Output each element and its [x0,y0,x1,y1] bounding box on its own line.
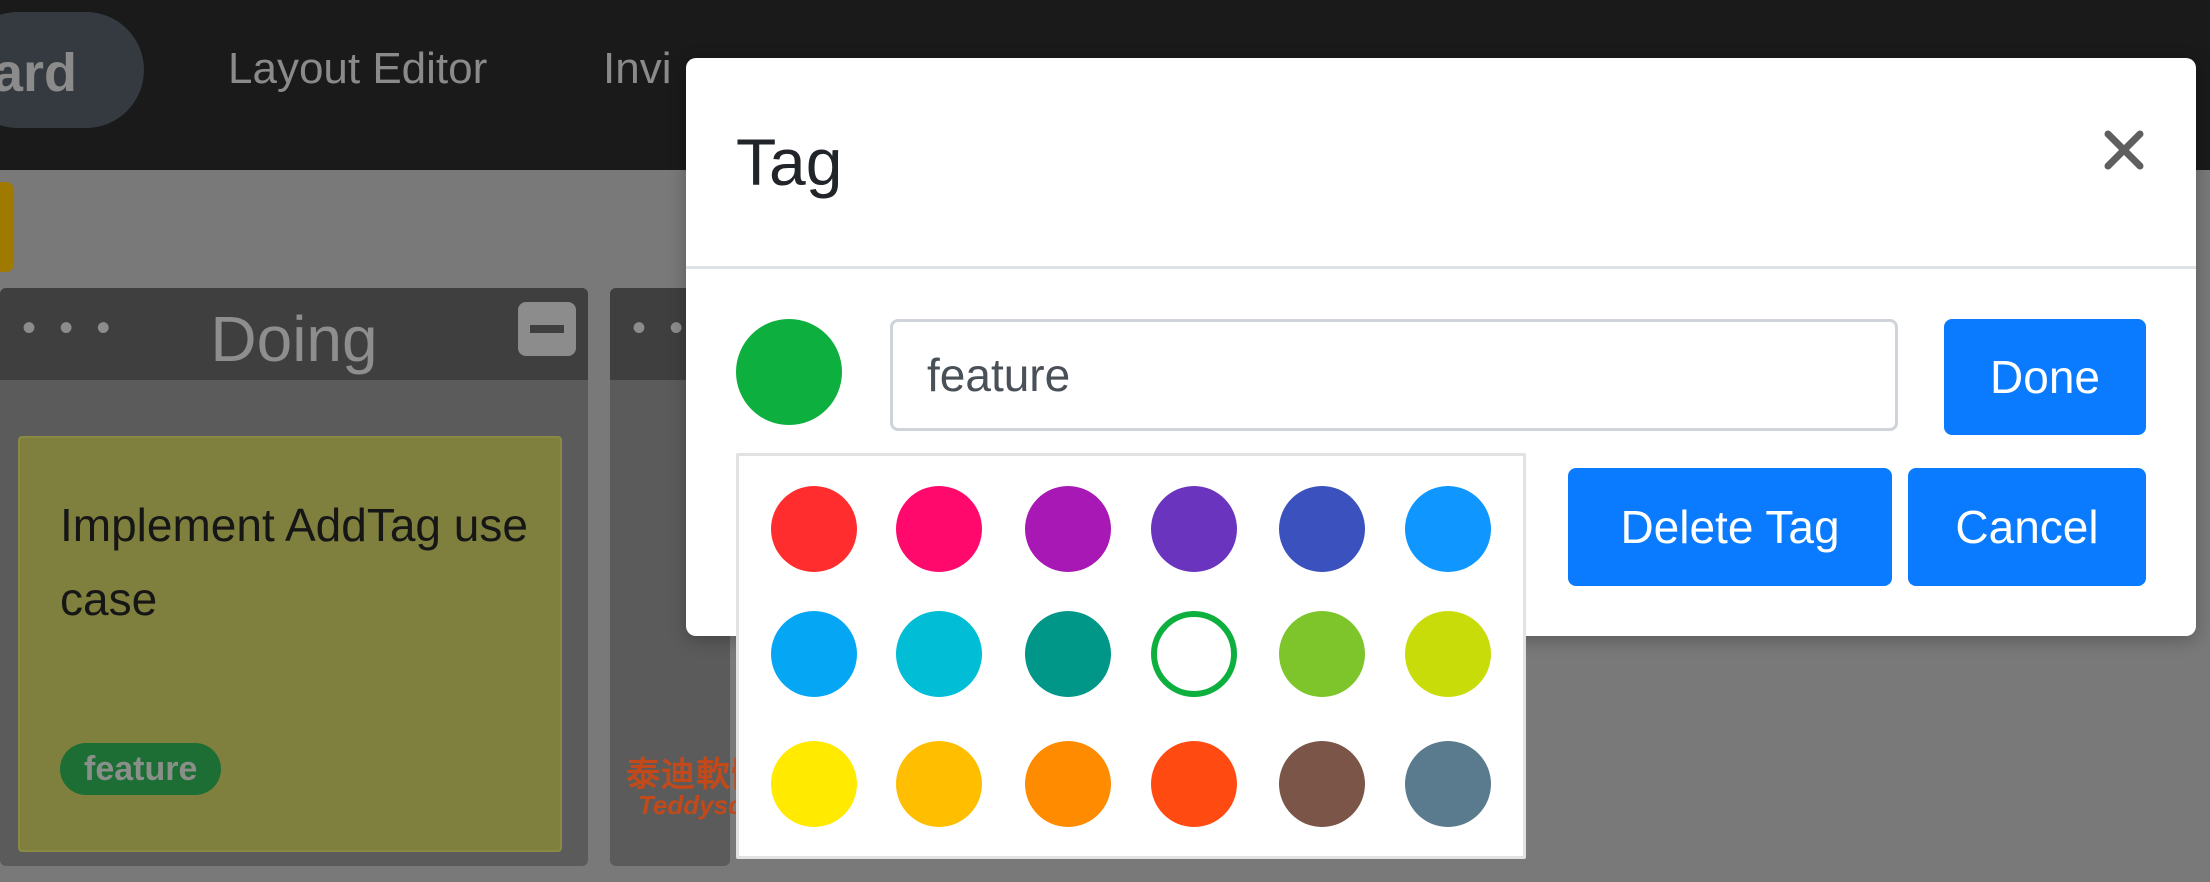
nav-link-layout-editor[interactable]: Layout Editor [228,44,487,94]
card-tag-badge[interactable]: feature [60,743,222,795]
color-swatch[interactable] [1405,741,1491,827]
color-swatch[interactable] [771,741,857,827]
dialog-header: Tag [686,58,2196,269]
board-tab-marker [0,182,14,272]
brand-link[interactable]: oard [0,12,144,128]
close-button[interactable] [2094,120,2154,180]
color-swatch[interactable] [1151,741,1237,827]
color-swatch[interactable] [1279,741,1365,827]
card-title: Implement AddTag use case [60,499,528,625]
nav-link-invite[interactable]: Invi [603,44,671,94]
lane-doing: • • • Doing Implement AddTag use case fe… [0,288,588,866]
color-swatch[interactable] [1279,611,1365,697]
color-swatch[interactable] [1025,486,1111,572]
collapse-lane-button[interactable] [518,302,576,356]
brand-text: oard [0,43,78,103]
color-swatch[interactable] [896,611,982,697]
delete-tag-button[interactable]: Delete Tag [1568,468,1892,586]
color-picker-toggle[interactable] [736,319,842,425]
color-swatch[interactable] [896,741,982,827]
color-swatch[interactable] [1025,611,1111,697]
lane-header: • • • Doing [0,288,588,380]
drag-handle-icon[interactable]: • • [632,306,689,351]
done-button[interactable]: Done [1944,319,2146,435]
color-swatch[interactable] [896,486,982,572]
color-swatch[interactable] [1405,611,1491,697]
color-swatch[interactable] [771,486,857,572]
color-swatch[interactable] [1025,741,1111,827]
color-swatch[interactable] [1405,486,1491,572]
cancel-button[interactable]: Cancel [1908,468,2146,586]
color-swatch-selected[interactable] [1151,611,1237,697]
tag-name-input[interactable] [890,319,1898,431]
color-swatch[interactable] [1279,486,1365,572]
task-card[interactable]: Implement AddTag use case feature [18,436,562,852]
color-swatch[interactable] [771,611,857,697]
color-swatch[interactable] [1151,486,1237,572]
close-icon [2104,130,2144,170]
color-palette [736,453,1526,859]
lane-title: Doing [210,303,378,375]
dialog-title: Tag [736,125,843,199]
